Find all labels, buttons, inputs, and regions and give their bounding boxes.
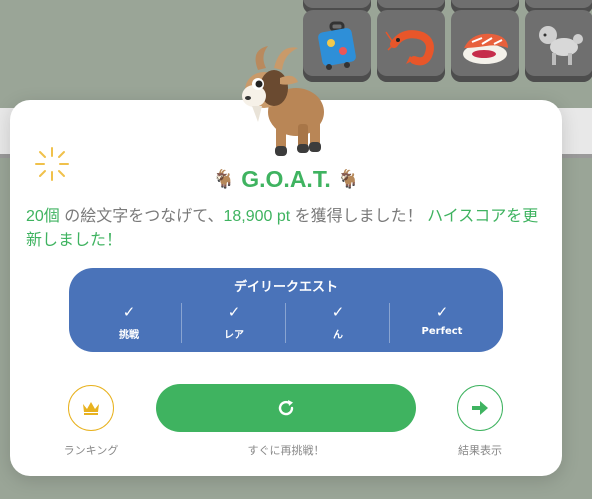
result-message: 20個 の絵文字をつなげて、18,900 pt を獲得しました！ ハイスコアを更… — [26, 205, 546, 253]
message-text: の絵文字をつなげて、 — [59, 208, 224, 225]
goat-emoji-icon: 🐐 — [212, 169, 235, 189]
ranking-label: ランキング — [63, 444, 119, 457]
results-button[interactable] — [457, 385, 503, 431]
daily-quest-item: ✓ レア — [181, 303, 286, 343]
retry-label: すぐに再挑戦！ — [247, 444, 325, 457]
board-tile-poodle[interactable] — [525, 10, 592, 82]
points-value: 18,900 pt — [223, 208, 291, 225]
daily-quest-item: ✓ Perfect — [389, 303, 494, 343]
board-tile-shrimp[interactable] — [377, 10, 445, 82]
check-icon: ✓ — [227, 303, 241, 321]
daily-quest-item: ✓ 挑戦 — [77, 303, 181, 343]
goat-icon — [240, 42, 330, 162]
crown-icon — [83, 402, 99, 415]
goat-emoji-icon: 🐐 — [337, 169, 360, 189]
check-icon: ✓ — [122, 303, 136, 321]
arrow-right-icon — [472, 401, 488, 415]
board-tile-sushi[interactable] — [451, 10, 519, 82]
check-icon: ✓ — [435, 303, 449, 321]
results-label: 結果表示 — [458, 444, 502, 457]
result-title: 🐐 G.O.A.T. 🐐 — [0, 166, 572, 193]
result-title-text: G.O.A.T. — [241, 166, 331, 192]
message-text: を獲得しました！ — [290, 208, 428, 225]
daily-quest-item: ✓ ん — [285, 303, 390, 343]
quest-label: レア — [224, 330, 244, 341]
emoji-count: 20個 — [26, 208, 60, 225]
retry-button[interactable] — [156, 384, 416, 432]
daily-quest-title: デイリークエスト — [233, 280, 338, 295]
quest-label: 挑戦 — [119, 330, 139, 341]
shrimp-icon — [385, 30, 434, 66]
refresh-icon — [278, 400, 294, 416]
daily-quest-panel: デイリークエスト ✓ 挑戦 ✓ レア ✓ ん ✓ Perfect — [69, 268, 503, 352]
poodle-icon — [539, 26, 583, 65]
quest-label: ん — [333, 330, 343, 341]
check-icon: ✓ — [331, 303, 345, 321]
sushi-icon — [463, 33, 508, 64]
quest-label: Perfect — [421, 326, 463, 337]
ranking-button[interactable] — [68, 385, 114, 431]
